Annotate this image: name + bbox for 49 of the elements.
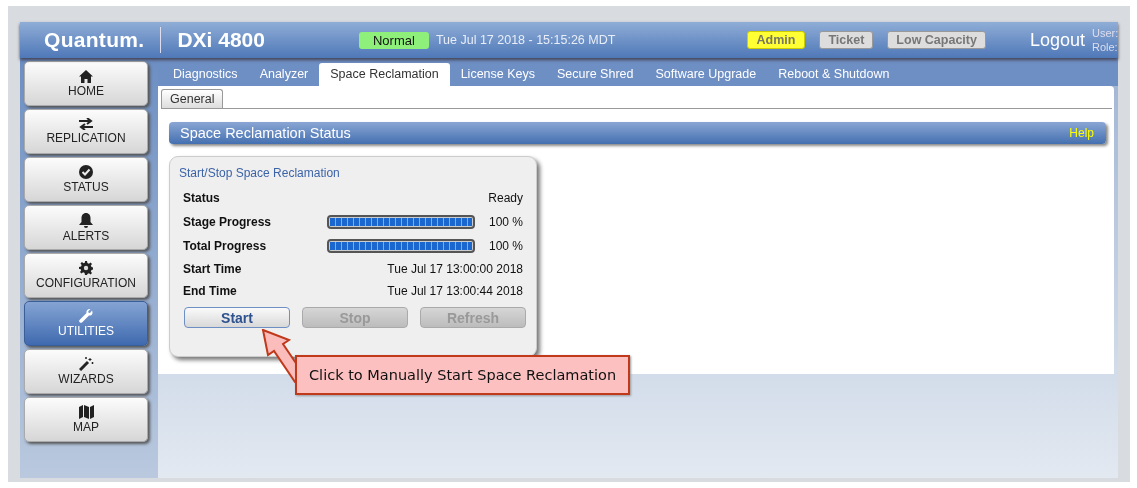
field-label: Start Time [183, 262, 243, 276]
tab[interactable]: Space Reclamation [319, 63, 450, 86]
sidebar-item[interactable]: HOME [24, 61, 148, 106]
swap-arrows-icon [78, 118, 94, 130]
tab[interactable]: Reboot & Shutdown [767, 63, 901, 86]
sidebar-item[interactable]: MAP [24, 397, 148, 442]
product-name: DXi 4800 [177, 28, 265, 52]
tab[interactable]: Software Upgrade [644, 63, 768, 86]
tab[interactable]: Secure Shred [546, 63, 645, 86]
role-label: Role: [1092, 40, 1118, 54]
logo: Quantum. [44, 28, 145, 52]
field-label: End Time [183, 284, 238, 298]
field-value: Tue Jul 17 13:00:44 2018 [387, 284, 523, 298]
field-label: Total Progress [183, 239, 268, 253]
date-time: Tue Jul 17 2018 - 15:15:26 MDT [435, 33, 616, 47]
home-icon [79, 69, 93, 83]
user-label: User: [1092, 26, 1118, 40]
sidebar-item[interactable]: REPLICATION [24, 109, 148, 154]
field-label: Stage Progress [183, 215, 273, 229]
gear-icon [79, 261, 93, 275]
sidebar-item[interactable]: ALERTS [24, 205, 148, 250]
action-button[interactable]: Start [184, 307, 290, 328]
help-link[interactable]: Help [1069, 126, 1094, 140]
header-badge[interactable]: Admin [746, 31, 806, 49]
section-title: Space Reclamation Status [180, 125, 351, 141]
map-icon [78, 405, 94, 419]
magic-wand-icon [78, 357, 94, 371]
progress-value: 100 % [487, 215, 523, 229]
sidebar-item[interactable]: STATUS [24, 157, 148, 202]
tab[interactable]: Analyzer [248, 63, 320, 86]
wrench-icon [79, 309, 93, 323]
subtab[interactable]: General [161, 89, 224, 108]
check-circle-icon [79, 165, 93, 179]
panel-title: Start/Stop Space Reclamation [179, 166, 341, 180]
status-indicator: Normal [358, 31, 429, 49]
field-label: Status [183, 191, 221, 205]
callout-text: Click to Manually Start Space Reclamation [295, 355, 631, 395]
bell-icon [79, 212, 93, 228]
sidebar-item[interactable]: UTILITIES [24, 301, 148, 346]
logout-link[interactable]: Logout [1029, 29, 1085, 51]
progress-value: 100 % [487, 239, 523, 253]
sidebar-item[interactable]: CONFIGURATION [24, 253, 148, 298]
sidebar-item[interactable]: WIZARDS [24, 349, 148, 394]
field-value: Ready [488, 191, 523, 205]
tab[interactable]: Diagnostics [162, 63, 249, 86]
header-badge[interactable]: Low Capacity [887, 31, 986, 49]
tab[interactable]: License Keys [449, 63, 547, 86]
field-value: Tue Jul 17 13:00:00 2018 [387, 262, 523, 276]
header-badge[interactable]: Ticket [819, 31, 874, 49]
